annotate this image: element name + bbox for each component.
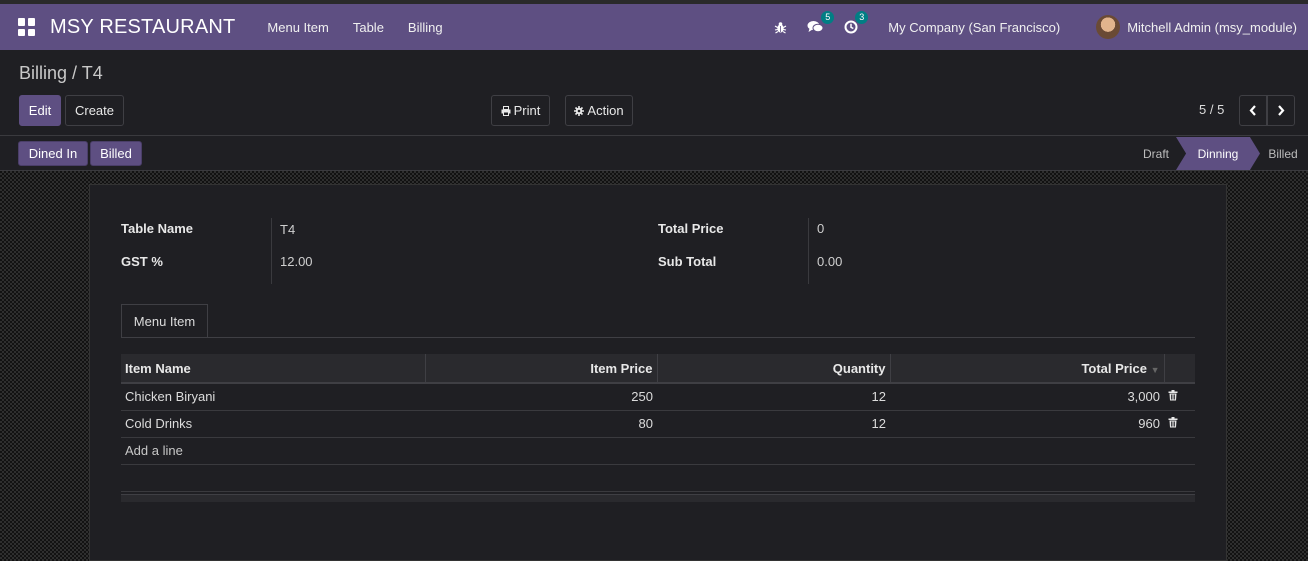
cell-item-name[interactable]: Chicken Biryani — [121, 383, 425, 411]
menu-item-billing[interactable]: Billing — [397, 20, 454, 35]
chevron-right-icon — [1278, 105, 1285, 116]
activities-count-badge: 3 — [855, 11, 869, 24]
company-switcher[interactable]: My Company (San Francisco) — [888, 20, 1060, 35]
tab-menu-item[interactable]: Menu Item — [121, 304, 208, 338]
cell-item-name[interactable]: Cold Drinks — [121, 410, 425, 438]
user-avatar[interactable] — [1096, 15, 1121, 39]
form-statusbar: Dined In Billed Draft Dinning Billed — [0, 137, 1308, 171]
breadcrumb[interactable]: Billing / T4 — [19, 63, 103, 84]
cell-total-price[interactable]: 960 — [890, 410, 1164, 438]
pager-previous-button[interactable] — [1239, 95, 1267, 126]
field-divider — [271, 218, 272, 284]
pager-next-button[interactable] — [1267, 95, 1295, 126]
action-label: Action — [587, 103, 624, 118]
messages-icon[interactable]: 5 — [807, 11, 835, 34]
table-footer — [121, 494, 1195, 502]
table-row[interactable]: Cold Drinks 80 12 960 — [121, 410, 1195, 438]
total-price-field[interactable]: 0 — [817, 221, 824, 236]
column-item-price[interactable]: Item Price — [425, 354, 658, 384]
print-button[interactable]: Print — [491, 95, 550, 126]
print-label: Print — [513, 103, 541, 118]
edit-button[interactable]: Edit — [19, 95, 61, 126]
sub-total-field[interactable]: 0.00 — [817, 254, 842, 269]
gear-icon — [574, 105, 585, 116]
app-brand[interactable]: MSY RESTAURANT — [50, 16, 235, 39]
column-quantity[interactable]: Quantity — [657, 354, 891, 384]
main-menu: Menu Item Table Billing — [255, 20, 454, 35]
cell-quantity[interactable]: 12 — [657, 383, 890, 411]
gst-field[interactable]: 12.00 — [280, 254, 313, 269]
menu-item-table[interactable]: Table — [342, 20, 395, 35]
sub-total-label: Sub Total — [658, 254, 717, 269]
delete-row-button[interactable] — [1164, 410, 1195, 438]
control-panel: Billing / T4 Edit Create Print Action 5 … — [0, 50, 1308, 136]
column-actions — [1164, 354, 1195, 384]
add-line-row: Add a line — [121, 437, 1195, 465]
navbar-systray: 5 3 My Company (San Francisco) Mitchell … — [774, 4, 1308, 50]
top-navbar: MSY RESTAURANT Menu Item Table Billing 5… — [0, 0, 1308, 50]
printer-icon — [501, 105, 511, 116]
debug-bug-icon[interactable] — [774, 21, 787, 34]
stage-dinning[interactable]: Dinning — [1176, 137, 1260, 170]
trash-icon — [1168, 417, 1178, 428]
messages-count-badge: 5 — [821, 11, 835, 24]
empty-row — [121, 464, 1195, 492]
gst-label: GST % — [121, 254, 163, 269]
table-name-label: Table Name — [121, 221, 194, 236]
dined-in-button[interactable]: Dined In — [18, 141, 88, 166]
trash-icon — [1168, 390, 1178, 401]
chevron-left-icon — [1249, 105, 1256, 116]
tab-divider — [121, 337, 1195, 338]
user-menu[interactable]: Mitchell Admin (msy_module) — [1127, 20, 1297, 35]
pager-value[interactable]: 5 / 5 — [1199, 102, 1224, 117]
field-divider — [808, 218, 809, 284]
create-button[interactable]: Create — [65, 95, 124, 126]
table-header-row: Item Name Item Price Quantity Total Pric… — [121, 354, 1195, 384]
column-item-name[interactable]: Item Name — [121, 354, 426, 384]
apps-menu-icon[interactable] — [18, 18, 36, 36]
menu-item-menu-item[interactable]: Menu Item — [256, 20, 339, 35]
table-row[interactable]: Chicken Biryani 250 12 3,000 — [121, 383, 1195, 411]
stage-billed[interactable]: Billed — [1263, 137, 1303, 170]
column-total-price[interactable]: Total Price ▼ — [890, 354, 1165, 384]
cell-item-price[interactable]: 250 — [425, 383, 657, 411]
activities-clock-icon[interactable]: 3 — [844, 11, 869, 34]
menu-item-lines-table: Item Name Item Price Quantity Total Pric… — [121, 354, 1195, 492]
cell-item-price[interactable]: 80 — [425, 410, 657, 438]
total-price-label: Total Price — [658, 221, 724, 236]
table-name-field[interactable]: T4 — [280, 222, 295, 237]
cell-total-price[interactable]: 3,000 — [890, 383, 1164, 411]
stage-draft[interactable]: Draft — [1136, 137, 1176, 170]
column-total-price-label: Total Price — [1081, 360, 1147, 376]
action-button[interactable]: Action — [565, 95, 633, 126]
delete-row-button[interactable] — [1164, 383, 1195, 411]
sort-caret-icon: ▼ — [1150, 364, 1160, 375]
cell-quantity[interactable]: 12 — [657, 410, 890, 438]
empty-cell — [121, 464, 1195, 492]
add-line-link[interactable]: Add a line — [121, 437, 1195, 465]
billed-button[interactable]: Billed — [90, 141, 142, 166]
